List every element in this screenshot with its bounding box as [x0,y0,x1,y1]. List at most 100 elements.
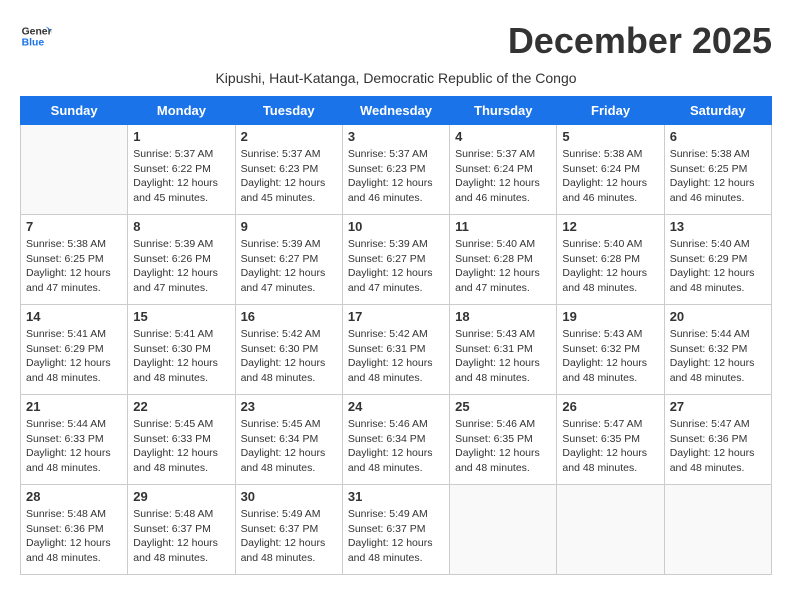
calendar-cell: 19 Sunrise: 5:43 AMSunset: 6:32 PMDaylig… [557,305,664,395]
day-number: 17 [348,309,444,324]
day-number: 11 [455,219,551,234]
calendar-cell: 17 Sunrise: 5:42 AMSunset: 6:31 PMDaylig… [342,305,449,395]
calendar-cell: 11 Sunrise: 5:40 AMSunset: 6:28 PMDaylig… [450,215,557,305]
cell-info: Sunrise: 5:45 AMSunset: 6:34 PMDaylight:… [241,417,337,476]
cell-info: Sunrise: 5:41 AMSunset: 6:29 PMDaylight:… [26,327,122,386]
calendar-cell: 4 Sunrise: 5:37 AMSunset: 6:24 PMDayligh… [450,125,557,215]
calendar-cell: 2 Sunrise: 5:37 AMSunset: 6:23 PMDayligh… [235,125,342,215]
cell-info: Sunrise: 5:49 AMSunset: 6:37 PMDaylight:… [241,507,337,566]
day-number: 26 [562,399,658,414]
calendar-cell: 29 Sunrise: 5:48 AMSunset: 6:37 PMDaylig… [128,485,235,575]
calendar-cell [664,485,771,575]
day-number: 8 [133,219,229,234]
day-number: 25 [455,399,551,414]
calendar-cell: 23 Sunrise: 5:45 AMSunset: 6:34 PMDaylig… [235,395,342,485]
cell-info: Sunrise: 5:40 AMSunset: 6:28 PMDaylight:… [455,237,551,296]
cell-info: Sunrise: 5:45 AMSunset: 6:33 PMDaylight:… [133,417,229,476]
cell-info: Sunrise: 5:39 AMSunset: 6:26 PMDaylight:… [133,237,229,296]
day-header-tuesday: Tuesday [235,97,342,125]
day-number: 4 [455,129,551,144]
calendar-cell: 25 Sunrise: 5:46 AMSunset: 6:35 PMDaylig… [450,395,557,485]
cell-info: Sunrise: 5:46 AMSunset: 6:34 PMDaylight:… [348,417,444,476]
calendar-cell: 9 Sunrise: 5:39 AMSunset: 6:27 PMDayligh… [235,215,342,305]
page-header: General Blue December 2025 [20,20,772,62]
day-number: 12 [562,219,658,234]
cell-info: Sunrise: 5:48 AMSunset: 6:37 PMDaylight:… [133,507,229,566]
month-title: December 2025 [508,20,772,62]
day-number: 30 [241,489,337,504]
day-number: 6 [670,129,766,144]
calendar-cell: 16 Sunrise: 5:42 AMSunset: 6:30 PMDaylig… [235,305,342,395]
calendar-cell: 22 Sunrise: 5:45 AMSunset: 6:33 PMDaylig… [128,395,235,485]
day-number: 1 [133,129,229,144]
cell-info: Sunrise: 5:41 AMSunset: 6:30 PMDaylight:… [133,327,229,386]
calendar-cell: 10 Sunrise: 5:39 AMSunset: 6:27 PMDaylig… [342,215,449,305]
day-header-sunday: Sunday [21,97,128,125]
calendar-cell: 24 Sunrise: 5:46 AMSunset: 6:34 PMDaylig… [342,395,449,485]
cell-info: Sunrise: 5:43 AMSunset: 6:31 PMDaylight:… [455,327,551,386]
calendar-cell: 5 Sunrise: 5:38 AMSunset: 6:24 PMDayligh… [557,125,664,215]
calendar-cell: 20 Sunrise: 5:44 AMSunset: 6:32 PMDaylig… [664,305,771,395]
logo-icon: General Blue [20,20,52,52]
cell-info: Sunrise: 5:43 AMSunset: 6:32 PMDaylight:… [562,327,658,386]
calendar-cell: 28 Sunrise: 5:48 AMSunset: 6:36 PMDaylig… [21,485,128,575]
day-number: 16 [241,309,337,324]
calendar-cell [450,485,557,575]
day-number: 7 [26,219,122,234]
day-number: 20 [670,309,766,324]
calendar-cell: 6 Sunrise: 5:38 AMSunset: 6:25 PMDayligh… [664,125,771,215]
day-number: 21 [26,399,122,414]
day-number: 24 [348,399,444,414]
svg-text:Blue: Blue [22,38,45,49]
day-number: 28 [26,489,122,504]
cell-info: Sunrise: 5:44 AMSunset: 6:32 PMDaylight:… [670,327,766,386]
calendar-cell: 12 Sunrise: 5:40 AMSunset: 6:28 PMDaylig… [557,215,664,305]
calendar-cell: 1 Sunrise: 5:37 AMSunset: 6:22 PMDayligh… [128,125,235,215]
cell-info: Sunrise: 5:38 AMSunset: 6:24 PMDaylight:… [562,147,658,206]
subtitle: Kipushi, Haut-Katanga, Democratic Republ… [20,70,772,86]
day-number: 29 [133,489,229,504]
week-row-3: 14 Sunrise: 5:41 AMSunset: 6:29 PMDaylig… [21,305,772,395]
cell-info: Sunrise: 5:46 AMSunset: 6:35 PMDaylight:… [455,417,551,476]
calendar-table: SundayMondayTuesdayWednesdayThursdayFrid… [20,96,772,575]
calendar-cell: 13 Sunrise: 5:40 AMSunset: 6:29 PMDaylig… [664,215,771,305]
cell-info: Sunrise: 5:38 AMSunset: 6:25 PMDaylight:… [670,147,766,206]
calendar-cell: 15 Sunrise: 5:41 AMSunset: 6:30 PMDaylig… [128,305,235,395]
week-row-1: 1 Sunrise: 5:37 AMSunset: 6:22 PMDayligh… [21,125,772,215]
calendar-cell: 18 Sunrise: 5:43 AMSunset: 6:31 PMDaylig… [450,305,557,395]
day-number: 3 [348,129,444,144]
calendar-cell [557,485,664,575]
day-number: 9 [241,219,337,234]
day-number: 15 [133,309,229,324]
calendar-cell: 8 Sunrise: 5:39 AMSunset: 6:26 PMDayligh… [128,215,235,305]
cell-info: Sunrise: 5:38 AMSunset: 6:25 PMDaylight:… [26,237,122,296]
day-number: 5 [562,129,658,144]
week-row-4: 21 Sunrise: 5:44 AMSunset: 6:33 PMDaylig… [21,395,772,485]
day-number: 22 [133,399,229,414]
day-number: 10 [348,219,444,234]
day-header-wednesday: Wednesday [342,97,449,125]
calendar-cell: 31 Sunrise: 5:49 AMSunset: 6:37 PMDaylig… [342,485,449,575]
day-header-monday: Monday [128,97,235,125]
calendar-cell: 7 Sunrise: 5:38 AMSunset: 6:25 PMDayligh… [21,215,128,305]
cell-info: Sunrise: 5:47 AMSunset: 6:35 PMDaylight:… [562,417,658,476]
day-number: 23 [241,399,337,414]
calendar-cell: 27 Sunrise: 5:47 AMSunset: 6:36 PMDaylig… [664,395,771,485]
day-header-friday: Friday [557,97,664,125]
calendar-cell: 3 Sunrise: 5:37 AMSunset: 6:23 PMDayligh… [342,125,449,215]
week-row-2: 7 Sunrise: 5:38 AMSunset: 6:25 PMDayligh… [21,215,772,305]
calendar-cell [21,125,128,215]
day-header-thursday: Thursday [450,97,557,125]
day-number: 27 [670,399,766,414]
day-number: 31 [348,489,444,504]
calendar-cell: 14 Sunrise: 5:41 AMSunset: 6:29 PMDaylig… [21,305,128,395]
cell-info: Sunrise: 5:37 AMSunset: 6:24 PMDaylight:… [455,147,551,206]
cell-info: Sunrise: 5:48 AMSunset: 6:36 PMDaylight:… [26,507,122,566]
cell-info: Sunrise: 5:40 AMSunset: 6:29 PMDaylight:… [670,237,766,296]
cell-info: Sunrise: 5:47 AMSunset: 6:36 PMDaylight:… [670,417,766,476]
day-number: 19 [562,309,658,324]
cell-info: Sunrise: 5:42 AMSunset: 6:30 PMDaylight:… [241,327,337,386]
day-number: 14 [26,309,122,324]
cell-info: Sunrise: 5:39 AMSunset: 6:27 PMDaylight:… [241,237,337,296]
cell-info: Sunrise: 5:44 AMSunset: 6:33 PMDaylight:… [26,417,122,476]
